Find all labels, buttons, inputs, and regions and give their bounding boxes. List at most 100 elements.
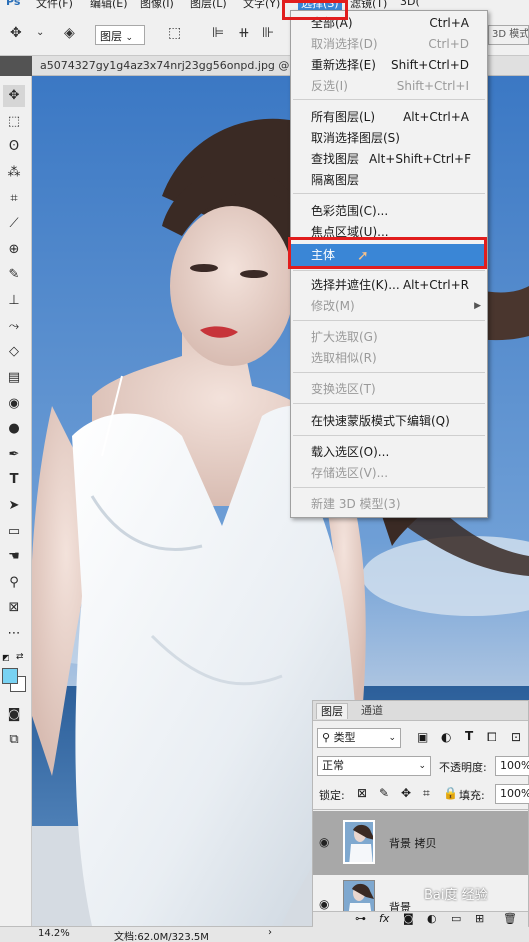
menu-item-deselect-layers[interactable]: 取消选择图层(S) [291, 128, 487, 148]
menu-item-save-selection[interactable]: 存储选区(V)... [291, 463, 487, 483]
blend-mode-dropdown[interactable]: 正常 ⌄ [317, 756, 431, 776]
adjustment-filter-icon[interactable]: ◐ [441, 730, 451, 744]
menu-3d[interactable]: 3D( [400, 0, 420, 8]
menu-item-isolate-layers[interactable]: 隔离图层 [291, 170, 487, 190]
menu-edit[interactable]: 编辑(E) [90, 0, 128, 10]
3d-mode-button[interactable]: 3D 模式 [488, 25, 529, 45]
zoom-level[interactable]: 14.2% [38, 928, 70, 939]
frame-tool-icon[interactable]: ⊠ [3, 597, 25, 619]
menu-layer[interactable]: 图层(L) [190, 0, 227, 10]
auto-select-value: 图层 [100, 30, 122, 43]
layer-effects-icon[interactable]: fx [379, 912, 389, 925]
clone-stamp-icon[interactable]: ⊥ [3, 290, 25, 312]
magic-wand-icon[interactable]: ⁂ [3, 162, 25, 184]
gradient-tool-icon[interactable]: ▤ [3, 367, 25, 389]
align-center-icon[interactable]: ⧺ [238, 26, 250, 40]
quick-mask-icon[interactable]: ◙ [3, 704, 25, 726]
eyedropper-icon[interactable]: ⟋ [3, 213, 25, 235]
foreground-color-swatch[interactable] [2, 668, 18, 684]
eraser-icon[interactable]: ◇ [3, 341, 25, 363]
pen-tool-icon[interactable]: ✒ [3, 444, 25, 466]
auto-select-dropdown[interactable]: 图层 ⌄ [95, 25, 145, 45]
scroll-right-icon[interactable]: › [268, 927, 272, 938]
crop-tool-icon[interactable]: ⌗ [3, 188, 25, 210]
transform-controls-icon[interactable]: ⬚ [168, 26, 181, 40]
tab-layers[interactable]: 图层 [316, 703, 348, 719]
menu-item-select-and-mask[interactable]: 选择并遮住(K)... Alt+Ctrl+R [291, 275, 487, 295]
document-size: 文档:62.0M/323.5M [114, 932, 209, 942]
auto-select-icon[interactable]: ◈ [64, 26, 75, 40]
shape-filter-icon[interactable]: ⧠ [487, 730, 497, 745]
new-layer-icon[interactable]: ⊞ [475, 912, 484, 925]
swap-colors-icon[interactable]: ⇄ [16, 652, 26, 662]
menu-separator [293, 193, 485, 194]
chevron-down-icon[interactable]: ⌄ [36, 26, 44, 40]
align-left-icon[interactable]: ⊫ [212, 26, 224, 40]
rectangle-tool-icon[interactable]: ▭ [3, 521, 25, 543]
more-tools-icon[interactable]: ⋯ [3, 623, 25, 645]
menu-item-reselect[interactable]: 重新选择(E) Shift+Ctrl+D [291, 55, 487, 75]
menu-item-modify[interactable]: 修改(M) ▶ [291, 296, 487, 316]
menu-filter[interactable]: 滤镜(T) [350, 0, 387, 10]
opacity-field[interactable]: 100% [495, 756, 529, 776]
marquee-tool-icon[interactable]: ⬚ [3, 111, 25, 133]
dodge-tool-icon[interactable]: ● [3, 418, 25, 440]
type-tool-icon[interactable]: T [3, 469, 25, 491]
menu-item-quick-mask[interactable]: 在快速蒙版模式下编辑(Q) [291, 411, 487, 431]
tab-channels[interactable]: 通道 [357, 703, 387, 719]
menu-item-load-selection[interactable]: 载入选区(O)... [291, 442, 487, 462]
menu-item-grow[interactable]: 扩大选取(G) [291, 327, 487, 347]
fill-field[interactable]: 100% [495, 784, 529, 804]
menu-separator [293, 372, 485, 373]
brush-tool-icon[interactable]: ✎ [3, 264, 25, 286]
layer-row[interactable]: ◉ 背景 拷贝 [313, 811, 528, 875]
move-tool-icon[interactable]: ✥ [10, 26, 22, 40]
menu-item-new-3d-extrusion[interactable]: 新建 3D 模型(3) [291, 494, 487, 514]
document-tab[interactable]: a5074327gy1g4az3x74nrj23gg56onpd.jpg @ 1 [40, 59, 300, 72]
screen-mode-icon[interactable]: ⧉ [3, 729, 25, 751]
zoom-tool-icon[interactable]: ⚲ [3, 572, 25, 594]
move-tool-icon[interactable]: ✥ [3, 85, 25, 107]
menu-item-deselect[interactable]: 取消选择(D) Ctrl+D [291, 34, 487, 54]
delete-layer-icon[interactable]: 🗑 [503, 912, 517, 925]
new-group-icon[interactable]: ▭ [451, 912, 461, 925]
menu-item-find-layers[interactable]: 查找图层 Alt+Shift+Ctrl+F [291, 149, 487, 169]
smart-object-filter-icon[interactable]: ⊡ [511, 730, 521, 744]
menu-item-color-range[interactable]: 色彩范围(C)... [291, 201, 487, 221]
photoshop-window: Ps 文件(F) 编辑(E) 图像(I) 图层(L) 文字(Y) 选择(S) 滤… [0, 0, 529, 942]
menu-item-inverse[interactable]: 反选(I) Shift+Ctrl+I [291, 76, 487, 96]
history-brush-icon[interactable]: ⤳ [3, 316, 25, 338]
type-filter-icon[interactable]: T [465, 729, 473, 743]
highlight-select-menu [282, 0, 348, 20]
visibility-eye-icon[interactable]: ◉ [319, 835, 329, 849]
hand-tool-icon[interactable]: ☚ [3, 546, 25, 568]
lock-all-icon[interactable]: 🔒 [443, 786, 458, 800]
menu-file[interactable]: 文件(F) [36, 0, 73, 10]
filter-type-dropdown[interactable]: ⚲ 类型 ⌄ [317, 728, 401, 748]
align-right-icon[interactable]: ⊪ [262, 26, 274, 40]
link-layers-icon[interactable]: ⊶ [355, 912, 366, 925]
default-colors-icon[interactable]: ◩ [2, 654, 10, 662]
add-mask-icon[interactable]: ◙ [403, 912, 414, 925]
lock-pixels-icon[interactable]: ✎ [379, 786, 389, 800]
menu-image[interactable]: 图像(I) [140, 0, 174, 10]
menu-type[interactable]: 文字(Y) [243, 0, 280, 10]
blend-mode-value: 正常 [322, 759, 344, 772]
lock-artboard-icon[interactable]: ⌗ [423, 786, 430, 801]
pixel-filter-icon[interactable]: ▣ [417, 730, 428, 744]
healing-brush-icon[interactable]: ⊕ [3, 239, 25, 261]
opacity-label: 不透明度: [439, 761, 487, 774]
lasso-tool-icon[interactable]: ʘ [3, 136, 25, 158]
lock-transparent-icon[interactable]: ⊠ [357, 786, 367, 800]
visibility-eye-icon[interactable]: ◉ [319, 897, 329, 911]
path-selection-icon[interactable]: ➤ [3, 495, 25, 517]
blur-tool-icon[interactable]: ◉ [3, 393, 25, 415]
status-bar: 14.2% 文档:62.0M/323.5M › [0, 926, 529, 942]
lock-position-icon[interactable]: ✥ [401, 786, 411, 800]
layer-name[interactable]: 背景 拷贝 [389, 835, 437, 851]
menu-item-similar[interactable]: 选取相似(R) [291, 348, 487, 368]
adjustment-layer-icon[interactable]: ◐ [427, 912, 437, 925]
menu-item-all-layers[interactable]: 所有图层(L) Alt+Ctrl+A [291, 107, 487, 127]
menu-item-transform-selection[interactable]: 变换选区(T) [291, 379, 487, 399]
submenu-arrow-icon: ▶ [474, 301, 481, 311]
